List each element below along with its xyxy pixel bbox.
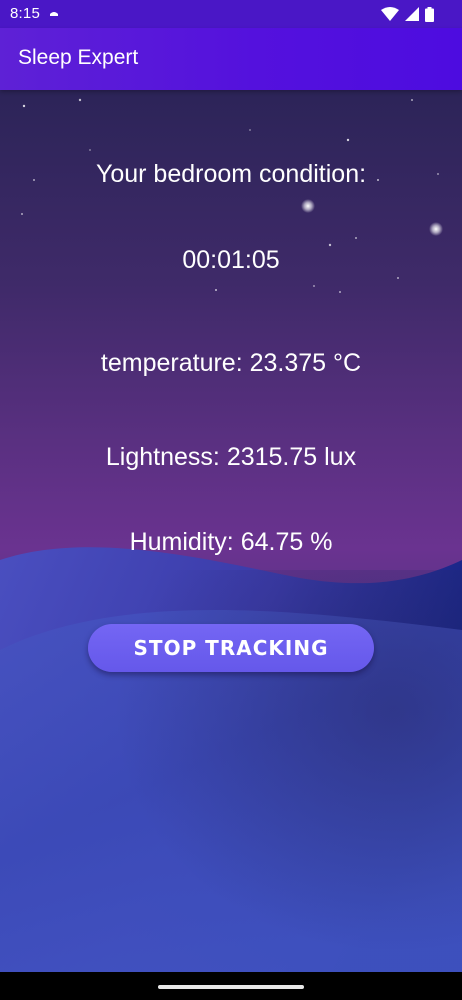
app-screen: 8:15 Sleep Expert Your bedroom condition… [0, 0, 462, 1000]
status-icons [381, 6, 434, 22]
content-area: Your bedroom condition: 00:01:05 tempera… [0, 90, 462, 972]
lightness-reading: Lightness: 2315.75 lux [105, 443, 357, 471]
navigation-bar [0, 972, 462, 1000]
notification-icon [50, 12, 58, 16]
battery-icon [425, 6, 434, 22]
star-large [429, 222, 443, 236]
stop-tracking-button[interactable]: STOP TRACKING [88, 624, 374, 672]
app-title: Sleep Expert [18, 46, 139, 69]
temperature-reading: temperature: 23.375 °C [100, 349, 362, 377]
elapsed-timer: 00:01:05 [182, 246, 280, 274]
status-bar: 8:15 [0, 0, 462, 28]
status-time: 8:15 [10, 5, 40, 22]
signal-icon [405, 7, 419, 21]
humidity-reading: Humidity: 64.75 % [129, 528, 333, 556]
bedroom-condition-heading: Your bedroom condition: [95, 160, 367, 188]
app-bar: Sleep Expert [0, 28, 462, 90]
star-large [301, 199, 315, 213]
wifi-icon [381, 7, 399, 21]
home-gesture-handle[interactable] [158, 985, 304, 989]
